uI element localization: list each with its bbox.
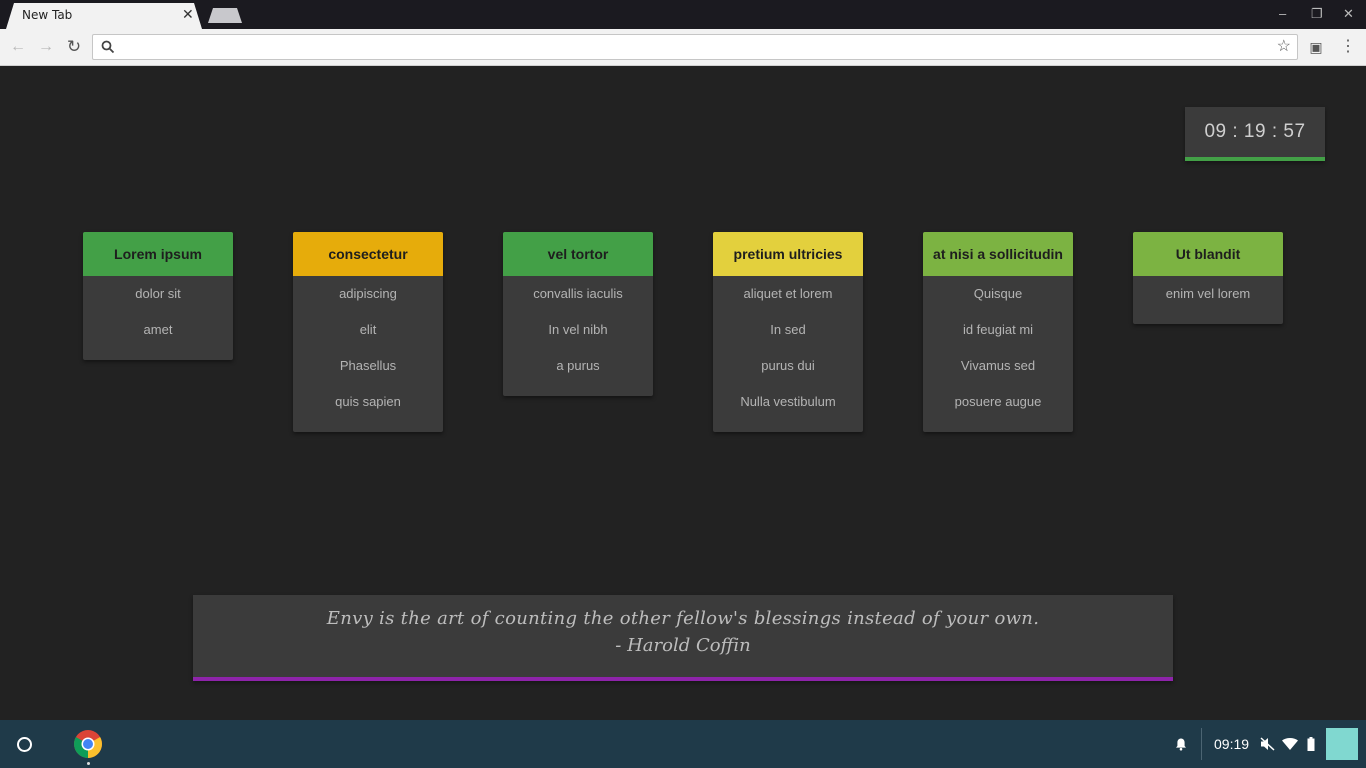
restore-icon[interactable]: ❐ <box>1311 6 1323 22</box>
tab-title: New Tab <box>22 8 73 22</box>
card-link[interactable]: Quisque <box>923 282 1073 318</box>
clock-time: 09 : 19 : 57 <box>1204 121 1306 142</box>
title-bar: New Tab ✕ – ❐ ✕ <box>0 0 1366 29</box>
card-link[interactable]: amet <box>83 318 233 354</box>
card-lorem-ipsum: Lorem ipsum dolor sit amet <box>83 232 233 360</box>
card-link[interactable]: aliquet et lorem <box>713 282 863 318</box>
quote-author: - Harold Coffin <box>615 635 751 656</box>
card-link[interactable]: Nulla vestibulum <box>713 390 863 426</box>
omnibox-input[interactable] <box>119 38 1259 56</box>
running-indicator <box>87 762 90 765</box>
card-link[interactable]: enim vel lorem <box>1133 282 1283 318</box>
card-link[interactable]: convallis iaculis <box>503 282 653 318</box>
tray-separator <box>1201 728 1202 760</box>
muted-speaker-icon[interactable] <box>1260 737 1275 751</box>
tab-close-icon[interactable]: ✕ <box>182 6 194 22</box>
user-avatar[interactable] <box>1326 728 1358 760</box>
chrome-icon[interactable] <box>73 729 103 759</box>
card-link[interactable]: elit <box>293 318 443 354</box>
quote-text: Envy is the art of counting the other fe… <box>326 608 1040 629</box>
card-link[interactable]: Vivamus sed <box>923 354 1073 390</box>
card-link[interactable]: quis sapien <box>293 390 443 426</box>
card-at-nisi-a-sollicitudin: at nisi a sollicitudin Quisque id feugia… <box>923 232 1073 432</box>
card-ut-blandit: Ut blandit enim vel lorem <box>1133 232 1283 324</box>
card-link[interactable]: Phasellus <box>293 354 443 390</box>
back-icon[interactable]: ← <box>9 38 27 56</box>
shelf-time[interactable]: 09:19 <box>1214 736 1249 752</box>
card-pretium-ultricies: pretium ultricies aliquet et lorem In se… <box>713 232 863 432</box>
card-link[interactable]: adipiscing <box>293 282 443 318</box>
card-consectetur: consectetur adipiscing elit Phasellus qu… <box>293 232 443 432</box>
card-link[interactable]: a purus <box>503 354 653 390</box>
reload-icon[interactable]: ↻ <box>65 38 83 56</box>
card-link[interactable]: posuere augue <box>923 390 1073 426</box>
shelf <box>0 720 1366 768</box>
search-icon <box>101 40 115 54</box>
card-link[interactable]: In sed <box>713 318 863 354</box>
tab-new-tab[interactable]: New Tab ✕ <box>6 3 202 29</box>
new-tab-button[interactable] <box>208 8 242 23</box>
bookmark-star-icon[interactable]: ☆ <box>1277 38 1291 56</box>
card-title[interactable]: vel tortor <box>503 232 653 276</box>
toolbar: ← → ↻ ☆ ▣ ⋮ <box>0 29 1366 66</box>
card-title[interactable]: Lorem ipsum <box>83 232 233 276</box>
menu-icon[interactable]: ⋮ <box>1338 37 1358 57</box>
card-title[interactable]: pretium ultricies <box>713 232 863 276</box>
wifi-icon[interactable] <box>1282 738 1298 750</box>
minimize-icon[interactable]: – <box>1279 6 1286 22</box>
card-link[interactable]: dolor sit <box>83 282 233 318</box>
card-title[interactable]: at nisi a sollicitudin <box>923 232 1073 276</box>
battery-icon[interactable] <box>1307 737 1315 751</box>
launcher-icon[interactable] <box>17 737 32 752</box>
cast-icon[interactable]: ▣ <box>1306 37 1326 57</box>
card-title[interactable]: consectetur <box>293 232 443 276</box>
bell-icon[interactable] <box>1174 737 1188 751</box>
omnibox[interactable]: ☆ <box>92 34 1298 60</box>
card-link[interactable]: id feugiat mi <box>923 318 1073 354</box>
quote-box: Envy is the art of counting the other fe… <box>193 595 1173 681</box>
clock-widget: 09 : 19 : 57 <box>1185 107 1325 161</box>
window-close-icon[interactable]: ✕ <box>1343 6 1354 22</box>
forward-icon[interactable]: → <box>37 38 55 56</box>
card-vel-tortor: vel tortor convallis iaculis In vel nibh… <box>503 232 653 396</box>
card-title[interactable]: Ut blandit <box>1133 232 1283 276</box>
card-link[interactable]: In vel nibh <box>503 318 653 354</box>
card-link[interactable]: purus dui <box>713 354 863 390</box>
